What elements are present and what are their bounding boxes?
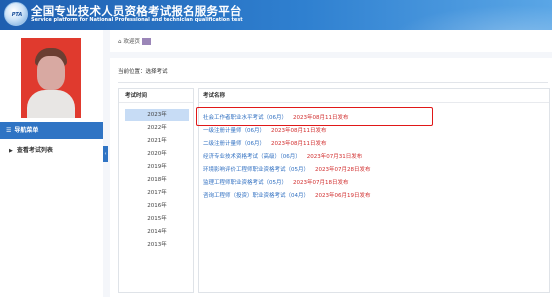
menu-icon: ☰ — [6, 127, 12, 134]
year-item[interactable]: 2022年 — [125, 122, 189, 134]
logo: PTA — [4, 2, 28, 26]
nav-header[interactable]: ☰ 导航菜单 — [0, 122, 103, 139]
exam-date: 2023年07月18日发布 — [293, 180, 349, 186]
home-icon: ⌂ — [118, 39, 122, 45]
logo-text: PTA — [11, 12, 23, 18]
list-icon: ▶ — [9, 148, 13, 154]
year-item[interactable]: 2020年 — [125, 148, 189, 160]
year-item[interactable]: 2015年 — [125, 213, 189, 225]
sidebar — [0, 30, 103, 297]
exam-name[interactable]: 环境影响评价工程师职业资格考试（05月） — [203, 167, 309, 173]
exam-item[interactable]: 经济专业技术资格考试（高级）（06月） 2023年07月31日发布 — [203, 151, 362, 163]
nav-header-label: 导航菜单 — [14, 127, 39, 134]
exam-date: 2023年08月11日发布 — [271, 141, 327, 147]
year-item[interactable]: 2013年 — [125, 239, 189, 251]
tab-home-label: 欢迎页 — [123, 39, 141, 45]
sidebar-item-label: 查看考试列表 — [16, 147, 53, 154]
exam-name[interactable]: 经济专业技术资格考试（高级）（06月） — [203, 154, 301, 160]
exam-date: 2023年07月31日发布 — [306, 154, 363, 160]
highlight-box — [196, 107, 433, 126]
tab-home[interactable]: ⌂ 欢迎页 — [118, 37, 152, 45]
avatar — [21, 38, 81, 118]
year-item[interactable]: 2014年 — [125, 226, 189, 238]
breadcrumb: 当前位置：选择考试 — [118, 69, 168, 75]
exam-name[interactable]: 一级注册计量师（06月） — [203, 128, 265, 134]
exam-list-header: 考试名称 — [199, 89, 549, 103]
exam-item[interactable]: 监理工程师职业资格考试（05月） 2023年07月18日发布 — [203, 177, 349, 189]
page-header: PTA 全国专业技术人员资格考试报名服务平台 Service platform … — [0, 0, 552, 30]
year-item[interactable]: 2019年 — [125, 161, 189, 173]
year-item[interactable]: 2016年 — [125, 200, 189, 212]
avatar-face — [37, 56, 65, 90]
exam-item[interactable]: 环境影响评价工程师职业资格考试（05月） 2023年07月28日发布 — [203, 164, 371, 176]
exam-item[interactable]: 一级注册计量师（06月） 2023年08月11日发布 — [203, 125, 327, 137]
year-item[interactable]: 2023年 — [125, 109, 189, 121]
exam-name[interactable]: 监理工程师职业资格考试（05月） — [203, 180, 287, 186]
year-item[interactable]: 2018年 — [125, 174, 189, 186]
exam-date: 2023年08月11日发布 — [271, 128, 327, 134]
sidebar-item-exam-list[interactable]: ▶ 查看考试列表 — [0, 144, 103, 158]
exam-item[interactable]: 咨询工程师（投资）职业资格考试（04月） 2023年06月19日发布 — [203, 190, 371, 202]
site-subtitle: Service platform for National Profession… — [31, 17, 243, 23]
year-item[interactable]: 2021年 — [125, 135, 189, 147]
header-decoration — [372, 0, 552, 30]
year-list: 考试时间 2023年 2022年 2021年 2020年 2019年 2018年… — [118, 88, 194, 293]
year-list-header: 考试时间 — [119, 89, 193, 103]
exam-date: 2023年07月28日发布 — [315, 167, 371, 173]
avatar-shirt — [27, 90, 75, 118]
tab-bar: ⌂ 欢迎页 — [110, 30, 552, 52]
exam-name[interactable]: 咨询工程师（投资）职业资格考试（04月） — [203, 193, 309, 199]
divider — [118, 82, 548, 83]
main-panel: 当前位置：选择考试 考试时间 2023年 2022年 2021年 2020年 2… — [110, 58, 552, 297]
exam-date: 2023年06月19日发布 — [315, 193, 371, 199]
tab-close-marker[interactable] — [142, 38, 152, 45]
exam-name[interactable]: 二级注册计量师（06月） — [203, 141, 265, 147]
sidebar-collapse-button[interactable]: ‹ — [103, 146, 108, 162]
year-item[interactable]: 2017年 — [125, 187, 189, 199]
exam-item[interactable]: 二级注册计量师（06月） 2023年08月11日发布 — [203, 138, 327, 150]
